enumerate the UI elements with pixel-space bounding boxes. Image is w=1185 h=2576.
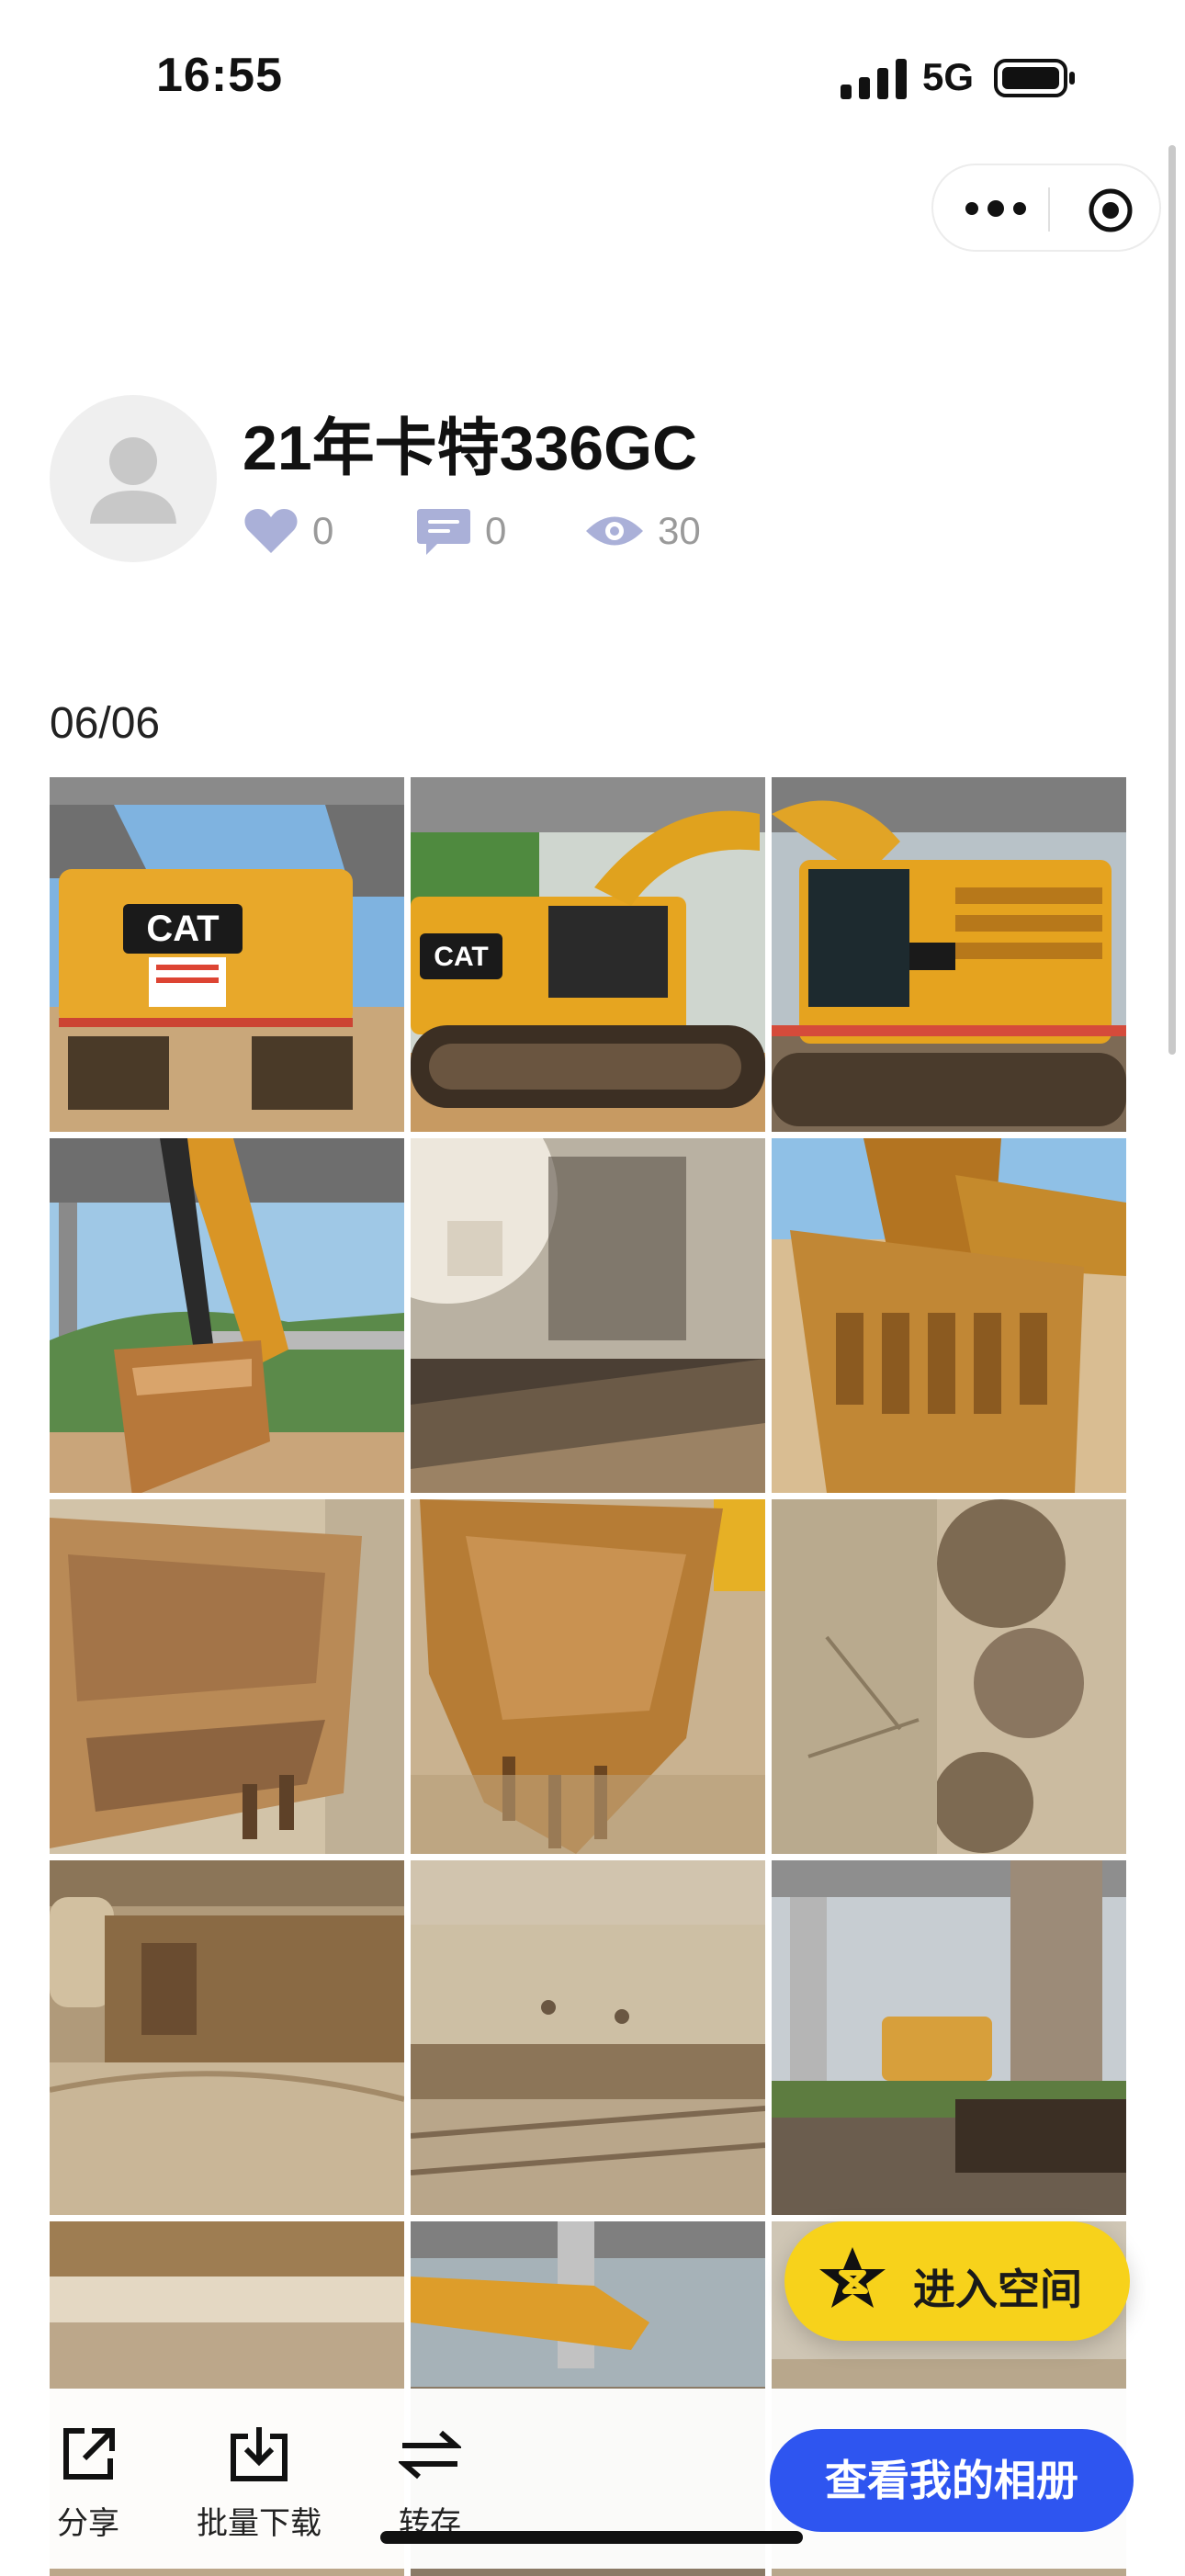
miniprogram-capsule (931, 164, 1161, 252)
photo-8[interactable] (411, 1499, 765, 1854)
user-placeholder-icon (90, 437, 176, 524)
photo-7[interactable] (50, 1499, 404, 1854)
photo-1[interactable]: CAT (50, 777, 404, 1132)
batch-download-label: 批量下载 (197, 2506, 322, 2541)
likes-stat[interactable]: 0 (243, 503, 333, 559)
comments-count: 0 (485, 509, 507, 552)
photo-4[interactable] (50, 1138, 404, 1493)
batch-download-button[interactable]: 批量下载 (197, 2425, 322, 2543)
transfer-button[interactable]: 转存 (391, 2425, 468, 2543)
date-group-label: 06/06 (50, 699, 161, 748)
album-title: 21年卡特336GC (243, 413, 698, 483)
battery-icon (994, 59, 1075, 97)
comments-stat[interactable]: 0 (415, 503, 506, 559)
views-stat: 30 (584, 503, 701, 559)
photo-6[interactable] (772, 1138, 1126, 1493)
enter-space-label: 进入空间 (913, 2265, 1082, 2313)
share-button[interactable]: 分享 (51, 2425, 125, 2543)
home-indicator (380, 2531, 803, 2544)
transfer-icon (397, 2430, 463, 2480)
signal-icon (841, 59, 907, 99)
photo-9[interactable] (772, 1499, 1126, 1854)
network-type: 5G (922, 55, 975, 98)
photo-3[interactable] (772, 777, 1126, 1132)
svg-text:CAT: CAT (146, 909, 219, 949)
likes-count: 0 (312, 509, 334, 552)
photo-2[interactable]: CAT (411, 777, 765, 1132)
z-star-icon (819, 2247, 886, 2308)
photo-5[interactable] (411, 1138, 765, 1493)
enter-space-button[interactable]: 进入空间 (784, 2221, 1130, 2341)
status-bar: 16:55 5G (0, 0, 1185, 147)
capsule-divider (1048, 187, 1050, 232)
photo-11[interactable] (411, 1860, 765, 2215)
avatar[interactable] (50, 395, 217, 562)
share-label: 分享 (57, 2506, 119, 2541)
svg-text:CAT: CAT (434, 942, 488, 972)
comment-icon (417, 509, 470, 555)
photo-10[interactable] (50, 1860, 404, 2215)
share-icon (63, 2428, 115, 2480)
views-count: 30 (658, 509, 701, 552)
status-time: 16:55 (156, 49, 283, 102)
heart-icon (244, 509, 298, 553)
download-icon (231, 2427, 288, 2481)
photo-12[interactable] (772, 1860, 1126, 2215)
scroll-indicator (1168, 145, 1176, 1055)
more-icon[interactable] (959, 186, 1033, 232)
view-my-album-button[interactable]: 查看我的相册 (770, 2429, 1134, 2532)
close-miniprogram-icon[interactable] (1088, 187, 1134, 233)
eye-icon (586, 516, 643, 546)
